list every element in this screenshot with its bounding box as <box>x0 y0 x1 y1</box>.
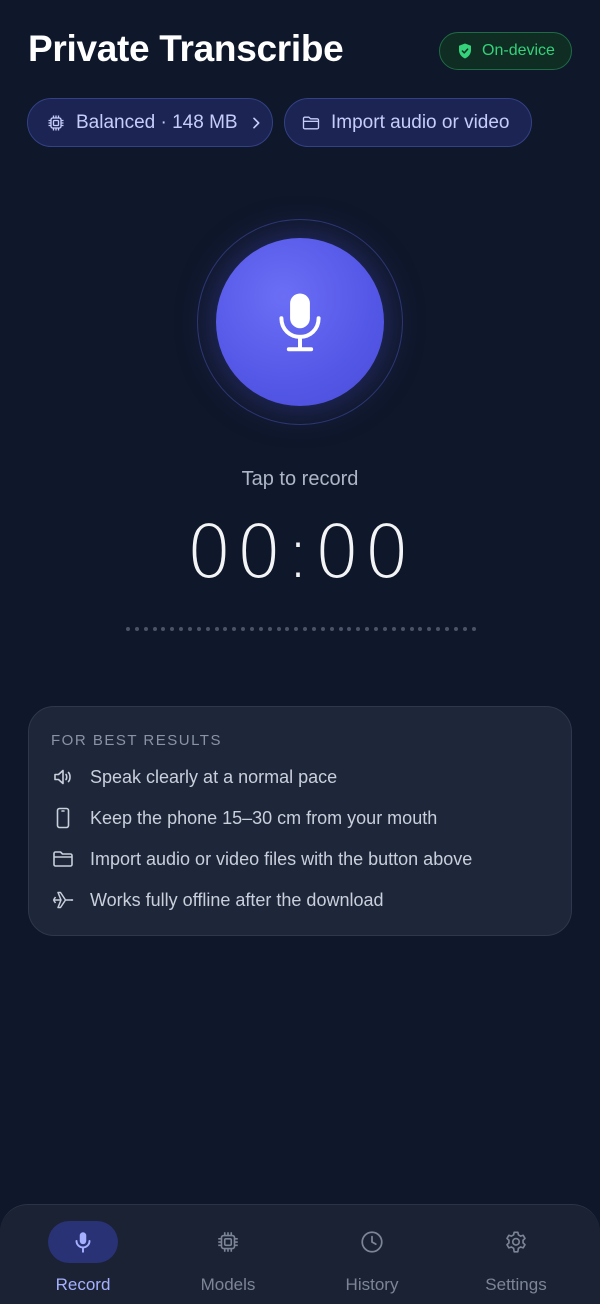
tip-item: Speak clearly at a normal pace <box>51 765 337 789</box>
waveform-dot <box>267 627 272 631</box>
microphone-icon <box>279 293 321 352</box>
waveform-dot <box>356 627 361 631</box>
waveform-dot <box>294 627 299 631</box>
clock-icon <box>361 1231 383 1253</box>
tap-to-record-label: Tap to record <box>241 468 359 490</box>
waveform-dot <box>347 627 352 631</box>
nav-item-models[interactable]: Models <box>173 1221 283 1301</box>
waveform-dot <box>338 627 343 631</box>
waveform-dot <box>365 627 370 631</box>
chevron-right-icon <box>252 117 260 128</box>
waveform-dot <box>391 627 396 631</box>
nav-label: Settings <box>485 1275 547 1294</box>
waveform-dot <box>134 627 139 631</box>
waveform-dot <box>152 627 157 631</box>
folder-icon <box>302 116 320 129</box>
waveform-dot <box>382 627 387 631</box>
waveform-dot <box>471 627 476 631</box>
waveform-dot <box>205 627 210 631</box>
tips-heading: FOR BEST RESULTS <box>51 732 222 749</box>
waveform-dot <box>329 627 334 631</box>
import-button[interactable]: Import audio or video <box>284 98 532 147</box>
tip-item: Import audio or video files with the but… <box>51 847 472 871</box>
model-chip-label: Balanced · 148 MB <box>76 111 238 133</box>
chip-icon <box>48 115 64 130</box>
waveform-dot <box>453 627 458 631</box>
nav-pill <box>481 1221 551 1263</box>
nav-label: Models <box>200 1275 256 1294</box>
tips-card: FOR BEST RESULTS Speak clearly at a norm… <box>28 706 572 936</box>
gear-icon <box>506 1231 526 1253</box>
waveform-dot <box>250 627 255 631</box>
waveform-dot <box>374 627 379 631</box>
airplane-icon <box>52 891 74 909</box>
waveform-dot <box>126 627 130 631</box>
nav-item-record[interactable]: Record <box>28 1221 138 1301</box>
folder-icon <box>53 851 73 867</box>
waveform-dot <box>312 627 317 631</box>
mic-icon <box>75 1232 91 1253</box>
waveform-dot <box>409 627 414 631</box>
tip-text: Speak clearly at a normal pace <box>90 766 338 787</box>
page-title: Private Transcribe <box>28 28 344 69</box>
nav-pill <box>193 1221 263 1263</box>
waveform-dot <box>232 627 237 631</box>
waveform-dot <box>143 627 148 631</box>
waveform-dot <box>179 627 184 631</box>
nav-item-history[interactable]: History <box>317 1221 427 1301</box>
import-chip-label: Import audio or video <box>331 111 510 133</box>
nav-label: History <box>345 1275 399 1294</box>
waveform-dot <box>285 627 290 631</box>
waveform-dot <box>320 627 325 631</box>
waveform-dot <box>161 627 166 631</box>
nav-pill <box>337 1221 407 1263</box>
waveform-dot <box>188 627 193 631</box>
waveform-dot <box>444 627 449 631</box>
waveform-dot <box>170 627 175 631</box>
speaker-icon <box>54 769 71 785</box>
phone-icon <box>56 807 70 829</box>
waveform-dot <box>303 627 308 631</box>
waveform-dot <box>258 627 263 631</box>
model-selector-chip[interactable]: Balanced · 148 MB <box>27 98 273 147</box>
on-device-label: On-device <box>482 42 555 59</box>
waveform-dot <box>214 627 219 631</box>
tip-text: Works fully offline after the download <box>90 889 384 910</box>
bottom-nav: Record Models History Settings <box>0 1204 600 1304</box>
recording-timer: 00:00 <box>186 510 414 594</box>
waveform-dot <box>418 627 423 631</box>
tip-item: Keep the phone 15–30 cm from your mouth <box>51 806 437 830</box>
waveform-dot <box>196 627 201 631</box>
chip-icon <box>218 1232 238 1252</box>
nav-pill <box>48 1221 118 1263</box>
record-button[interactable] <box>216 238 384 406</box>
waveform-dot <box>223 627 228 631</box>
waveform-placeholder <box>126 626 476 632</box>
waveform-dot <box>436 627 441 631</box>
waveform-dot <box>462 627 467 631</box>
nav-item-settings[interactable]: Settings <box>461 1221 571 1301</box>
shield-check-icon <box>459 43 472 59</box>
waveform-dot <box>427 627 432 631</box>
waveform-dot <box>241 627 246 631</box>
tip-text: Keep the phone 15–30 cm from your mouth <box>90 807 438 828</box>
nav-label: Record <box>55 1275 111 1294</box>
tip-text: Import audio or video files with the but… <box>90 848 473 869</box>
tip-item: Works fully offline after the download <box>51 888 384 912</box>
waveform-dot <box>276 627 281 631</box>
on-device-badge: On-device <box>439 32 572 70</box>
waveform-dot <box>400 627 405 631</box>
